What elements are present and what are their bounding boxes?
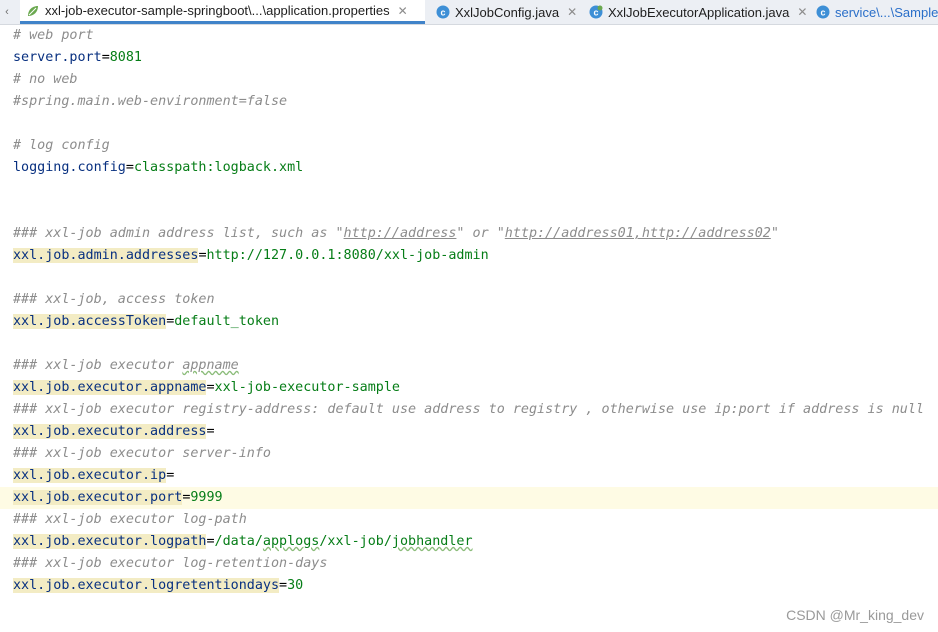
equals-sign: = <box>206 534 215 549</box>
close-icon[interactable]: ✕ <box>398 4 408 18</box>
java-class-icon: c <box>816 5 830 19</box>
code-line: xxl.job.accessToken=default_token <box>0 311 938 333</box>
property-key: xxl.job.executor.ip <box>13 468 167 483</box>
code-line: ### xxl-job executor registry-address: d… <box>0 399 938 421</box>
property-value: default_token <box>174 314 280 329</box>
comment-text: # log config <box>13 138 110 153</box>
property-value: jobhandler <box>391 534 473 549</box>
spring-boot-class-icon: c <box>589 5 603 19</box>
tab-xxljobexecutorapplication-java[interactable]: c XxlJobExecutorApplication.java ✕ <box>585 0 807 24</box>
property-value: /data/ <box>214 534 263 549</box>
code-line: ### xxl-job executor appname <box>0 355 938 377</box>
tab-scroll-left-icon[interactable]: ‹ <box>0 0 14 24</box>
comment-text: #spring.main.web-environment=false <box>13 94 288 109</box>
tab-label: xxl-job-executor-sample-springboot\...\a… <box>45 3 390 18</box>
equals-sign: = <box>198 248 207 263</box>
comment-text: ### xxl-job admin address list, such as … <box>13 226 344 241</box>
code-line: logging.config=classpath:logback.xml <box>0 157 938 179</box>
equals-sign: = <box>206 380 215 395</box>
property-value: http://127.0.0.1:8080/xxl-job-admin <box>206 248 489 263</box>
equals-sign: = <box>101 50 110 65</box>
close-icon[interactable]: ✕ <box>797 5 807 19</box>
property-value: 30 <box>287 578 304 593</box>
property-key: xxl.job.executor.port <box>13 490 183 505</box>
code-line: #spring.main.web-environment=false <box>0 91 938 113</box>
code-editor[interactable]: # web port server.port=8081 # no web #sp… <box>0 24 938 632</box>
comment-text: appname <box>182 358 239 373</box>
property-key: xxl.job.admin.addresses <box>13 248 199 263</box>
code-line: # log config <box>0 135 938 157</box>
code-line: ### xxl-job executor server-info <box>0 443 938 465</box>
code-line: xxl.job.executor.logpath=/data/applogs/x… <box>0 531 938 553</box>
property-key: xxl.job.accessToken <box>13 314 167 329</box>
tab-xxljobconfig-java[interactable]: c XxlJobConfig.java ✕ <box>432 0 580 24</box>
code-line: ### xxl-job executor log-retention-days <box>0 553 938 575</box>
comment-text: ### xxl-job executor log-retention-days <box>13 556 328 571</box>
tab-application-properties[interactable]: xxl-job-executor-sample-springboot\...\a… <box>20 0 425 24</box>
code-line: xxl.job.admin.addresses=http://127.0.0.1… <box>0 245 938 267</box>
editor-tab-bar: ‹ xxl-job-executor-sample-springboot\...… <box>0 0 938 25</box>
comment-text: " <box>770 226 779 241</box>
comment-text: " or " <box>456 226 505 241</box>
comment-link[interactable]: http://address01,http://address02 <box>505 226 771 241</box>
comment-text: ### xxl-job executor server-info <box>13 446 271 461</box>
property-key: xxl.job.executor.logretentiondays <box>13 578 280 593</box>
property-key: server.port <box>13 50 102 65</box>
spring-leaf-icon <box>26 4 40 18</box>
tab-label: XxlJobConfig.java <box>455 4 560 20</box>
property-key: logging.config <box>13 160 126 175</box>
property-value: /xxl-job/ <box>319 534 392 549</box>
code-line: ### xxl-job executor log-path <box>0 509 938 531</box>
equals-sign: = <box>206 424 215 439</box>
svg-text:c: c <box>440 8 445 18</box>
code-line: xxl.job.executor.logretentiondays=30 <box>0 575 938 597</box>
svg-text:c: c <box>820 8 825 18</box>
code-line: server.port=8081 <box>0 47 938 69</box>
java-class-icon: c <box>436 5 450 19</box>
property-value: 8081 <box>109 50 142 65</box>
equals-sign: = <box>125 160 134 175</box>
current-code-line: xxl.job.executor.port=9999 <box>0 487 938 509</box>
property-value: applogs <box>262 534 320 549</box>
code-line: xxl.job.executor.address= <box>0 421 938 443</box>
comment-text: ### xxl-job executor log-path <box>13 512 247 527</box>
comment-text: # no web <box>13 72 78 87</box>
code-line: ### xxl-job, access token <box>0 289 938 311</box>
equals-sign: = <box>279 578 288 593</box>
close-icon[interactable]: ✕ <box>567 5 577 19</box>
tab-label: XxlJobExecutorApplication.java <box>608 4 790 20</box>
comment-link[interactable]: http://address <box>344 226 457 241</box>
code-line: ### xxl-job admin address list, such as … <box>0 223 938 245</box>
property-key: xxl.job.executor.address <box>13 424 207 439</box>
comment-text: ### xxl-job executor <box>13 358 183 373</box>
comment-text: ### xxl-job executor registry-address: d… <box>13 402 924 417</box>
tab-label: service\...\Sample <box>835 4 938 20</box>
property-value: classpath:logback.xml <box>133 160 304 175</box>
code-line: xxl.job.executor.ip= <box>0 465 938 487</box>
property-value: xxl-job-executor-sample <box>214 380 400 395</box>
property-key: xxl.job.executor.appname <box>13 380 207 395</box>
property-key: xxl.job.executor.logpath <box>13 534 207 549</box>
comment-text: ### xxl-job, access token <box>13 292 215 307</box>
equals-sign: = <box>166 468 175 483</box>
code-line: xxl.job.executor.appname=xxl-job-executo… <box>0 377 938 399</box>
code-line: # no web <box>0 69 938 91</box>
watermark-text: CSDN @Mr_king_dev <box>786 607 924 623</box>
code-line: # web port <box>0 25 938 47</box>
comment-text: # web port <box>13 28 94 43</box>
tab-service-sample[interactable]: c service\...\Sample <box>812 0 938 24</box>
property-value: 9999 <box>190 490 223 505</box>
